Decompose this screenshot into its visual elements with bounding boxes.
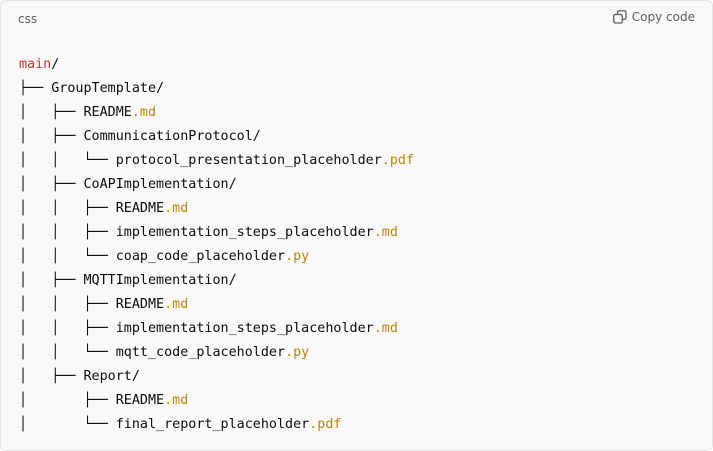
tree-branch: │ │ └── xyxy=(19,345,116,360)
folder-name: CommunicationProtocol/ xyxy=(83,129,261,144)
file-extension: .py xyxy=(285,345,310,360)
code-block: css Copy code main/├── GroupTemplate/│ ├… xyxy=(0,0,713,451)
tree-branch: │ │ ├── xyxy=(19,201,116,216)
code-line: │ │ └── protocol_presentation_placeholde… xyxy=(19,149,702,173)
tree-branch: │ ├── xyxy=(19,393,116,408)
file-extension: .md xyxy=(164,297,189,312)
code-line: │ │ ├── README.md xyxy=(19,293,702,317)
file-extension: .md xyxy=(131,105,157,120)
tree-branch: │ │ ├── xyxy=(19,297,116,312)
code-language-label: css xyxy=(18,12,38,26)
file-name: README xyxy=(115,297,165,312)
code-line: │ │ ├── implementation_steps_placeholder… xyxy=(19,221,702,245)
code-line: │ ├── README.md xyxy=(19,389,702,413)
code-line: │ ├── CommunicationProtocol/ xyxy=(19,125,702,149)
folder-name: / xyxy=(51,57,60,72)
tree-branch: │ │ ├── xyxy=(19,321,116,336)
tree-branch: │ │ └── xyxy=(19,153,116,168)
tree-branch: │ │ └── xyxy=(19,249,116,264)
file-name: README xyxy=(115,393,165,408)
code-line: │ ├── Report/ xyxy=(19,365,702,389)
tree-branch: ├── xyxy=(19,81,52,96)
file-extension: .md xyxy=(373,321,398,336)
code-line: │ ├── CoAPImplementation/ xyxy=(19,173,702,197)
copy-code-button[interactable]: Copy code xyxy=(612,10,695,24)
code-block-header: css Copy code xyxy=(1,1,712,37)
tree-branch: │ ├── xyxy=(19,273,84,288)
code-line: │ │ └── mqtt_code_placeholder.py xyxy=(19,341,702,365)
code-line: main/ xyxy=(19,53,702,77)
code-content: main/├── GroupTemplate/│ ├── README.md │ … xyxy=(19,53,702,437)
file-name: implementation_steps_placeholder xyxy=(115,321,374,336)
folder-name: Report/ xyxy=(83,369,140,384)
tree-branch: │ ├── xyxy=(19,129,84,144)
code-line: │ │ └── coap_code_placeholder.py xyxy=(19,245,702,269)
folder-name: MQTTImplementation/ xyxy=(83,273,237,288)
file-extension: .md xyxy=(164,201,189,216)
file-name: README xyxy=(83,105,132,120)
tree-branch: │ ├── xyxy=(19,369,84,384)
code-line: │ │ ├── README.md xyxy=(19,197,702,221)
copy-icon xyxy=(612,10,627,24)
file-name: final_report_placeholder xyxy=(115,417,310,432)
file-extension: .md xyxy=(164,393,189,408)
file-extension: .py xyxy=(285,249,310,264)
tree-branch: │ │ ├── xyxy=(19,225,116,240)
root-folder-name: main xyxy=(19,57,52,72)
file-name: coap_code_placeholder xyxy=(115,249,286,264)
file-name: README xyxy=(115,201,165,216)
code-line: │ │ ├── implementation_steps_placeholder… xyxy=(19,317,702,341)
tree-branch: │ ├── xyxy=(19,177,84,192)
copy-code-label: Copy code xyxy=(631,10,695,24)
file-name: implementation_steps_placeholder xyxy=(115,225,374,240)
code-line: │ ├── README.md xyxy=(19,101,702,125)
file-extension: .pdf xyxy=(381,153,415,168)
file-name: mqtt_code_placeholder xyxy=(115,345,286,360)
code-line: ├── GroupTemplate/ xyxy=(19,77,702,101)
code-line: │ └── final_report_placeholder.pdf xyxy=(19,413,702,437)
file-name: protocol_presentation_placeholder xyxy=(115,153,382,168)
folder-name: CoAPImplementation/ xyxy=(83,177,237,192)
file-extension: .md xyxy=(373,225,398,240)
tree-branch: │ └── xyxy=(19,417,116,432)
folder-name: GroupTemplate/ xyxy=(51,81,165,96)
file-extension: .pdf xyxy=(309,417,342,432)
code-line: │ ├── MQTTImplementation/ xyxy=(19,269,702,293)
tree-branch: │ ├── xyxy=(19,105,84,120)
